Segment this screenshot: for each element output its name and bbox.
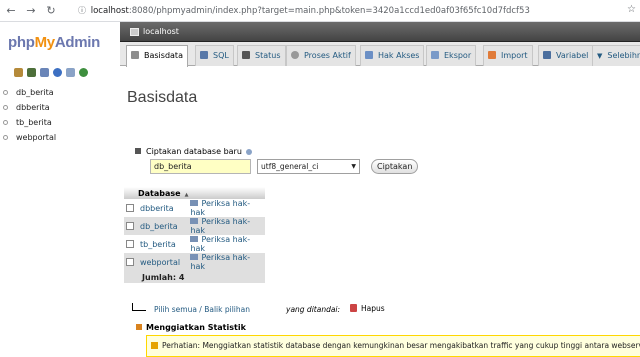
reload-nav-icon[interactable] xyxy=(79,68,88,77)
top-tabs: Basisdata SQL Status Proses Aktif Hak Ak… xyxy=(120,42,640,67)
tab-variables[interactable]: Variabel xyxy=(538,45,594,66)
tab-more[interactable]: ▼Selebihnya xyxy=(592,45,640,66)
arrow-ltr-icon xyxy=(132,303,146,311)
database-link[interactable]: tb_berita xyxy=(138,235,189,253)
tab-privileges[interactable]: Hak Akses xyxy=(360,45,425,66)
star-icon[interactable]: ☆ xyxy=(627,4,636,15)
row-checkbox[interactable] xyxy=(126,203,134,212)
content-area: Basisdata Ciptakan database baru db_beri… xyxy=(120,67,640,357)
chevron-down-icon: ▼ xyxy=(597,52,603,60)
table-row: dbberita Periksa hak-hak xyxy=(124,199,265,217)
tab-export[interactable]: Ekspor xyxy=(426,45,477,66)
footer-spacer xyxy=(188,271,265,283)
tab-databases[interactable]: Basisdata xyxy=(126,45,188,67)
database-link[interactable]: dbberita xyxy=(138,199,189,217)
warning-icon xyxy=(151,342,158,349)
select-all-link[interactable]: Pilih semua / Balik pilihan xyxy=(154,305,250,314)
server-link[interactable]: localhost xyxy=(130,26,179,38)
check-privileges-link[interactable]: Periksa hak-hak xyxy=(188,199,265,217)
tab-sql[interactable]: SQL xyxy=(195,45,234,66)
column-header-database[interactable]: Database ▲ xyxy=(138,187,189,199)
row-checkbox-cell xyxy=(124,253,138,271)
create-db-label: Ciptakan database baru xyxy=(135,147,252,156)
tab-import[interactable]: Import xyxy=(483,45,533,66)
forward-icon[interactable]: → xyxy=(24,4,38,18)
back-icon[interactable]: ← xyxy=(4,4,18,18)
statistics-icon xyxy=(136,324,142,330)
import-icon xyxy=(488,51,496,59)
checkbox-header xyxy=(124,187,138,199)
sql-icon xyxy=(200,51,208,59)
column-header-privileges xyxy=(188,187,265,199)
url-rest: :8080/phpmyadmin/index.php?target=main.p… xyxy=(128,6,530,16)
phpmyadmin-logo[interactable]: phpMyAdmin xyxy=(8,34,100,51)
database-link[interactable]: db_berita xyxy=(138,217,189,235)
table-row: webportal Periksa hak-hak xyxy=(124,253,265,271)
tree-item[interactable]: db_berita xyxy=(0,85,120,100)
info-icon[interactable]: ⓘ xyxy=(78,3,88,19)
privileges-icon xyxy=(190,218,199,224)
privileges-icon xyxy=(190,236,199,242)
database-link[interactable]: webportal xyxy=(138,253,189,271)
collation-select[interactable]: utf8_general_ci ▼ xyxy=(257,159,360,174)
tree-item[interactable]: tb_berita xyxy=(0,115,120,130)
export-icon xyxy=(431,51,439,59)
logout-icon[interactable] xyxy=(27,68,36,77)
row-checkbox-cell xyxy=(124,199,138,217)
home-icon[interactable] xyxy=(14,68,23,77)
tab-processes[interactable]: Proses Aktif xyxy=(286,45,356,66)
privileges-icon xyxy=(190,200,199,206)
row-checkbox[interactable] xyxy=(126,239,134,248)
server-icon xyxy=(130,27,139,36)
settings-icon[interactable] xyxy=(66,68,75,77)
tree-item[interactable]: webportal xyxy=(0,130,120,145)
gear-icon xyxy=(291,51,299,59)
database-icon xyxy=(131,51,139,59)
server-breadcrumb: localhost xyxy=(120,22,640,42)
left-navigation: phpMyAdmin db_berita dbberita tb_berita … xyxy=(0,22,120,329)
row-checkbox[interactable] xyxy=(126,257,134,266)
tree-item[interactable]: dbberita xyxy=(0,100,120,115)
main-panel: localhost Basisdata SQL Status Proses Ak… xyxy=(120,22,640,357)
address-bar[interactable]: ⓘ localhost:8080/phpmyadmin/index.php?ta… xyxy=(78,3,618,19)
row-checkbox-cell xyxy=(124,217,138,235)
query-window-icon[interactable] xyxy=(40,68,49,77)
database-tree: db_berita dbberita tb_berita webportal xyxy=(0,85,120,145)
tab-status[interactable]: Status xyxy=(237,45,286,66)
row-checkbox-cell xyxy=(124,235,138,253)
row-checkbox[interactable] xyxy=(126,221,134,230)
users-icon xyxy=(365,51,373,59)
create-button[interactable]: Ciptakan xyxy=(371,159,419,174)
check-privileges-link[interactable]: Periksa hak-hak xyxy=(188,217,265,235)
footer-spacer xyxy=(124,271,138,283)
check-privileges-link[interactable]: Periksa hak-hak xyxy=(188,235,265,253)
variables-icon xyxy=(543,51,551,59)
with-selected-label: yang ditandai: xyxy=(286,305,341,314)
table-row: db_berita Periksa hak-hak xyxy=(124,217,265,235)
database-icon xyxy=(3,120,8,125)
status-icon xyxy=(242,51,250,59)
trash-icon xyxy=(350,304,357,312)
page-title: Basisdata xyxy=(127,89,198,106)
database-icon xyxy=(3,105,8,110)
privileges-icon xyxy=(190,254,199,260)
browser-toolbar: ← → ↻ ⓘ localhost:8080/phpmyadmin/index.… xyxy=(0,0,640,22)
reload-icon[interactable]: ↻ xyxy=(44,4,58,18)
enable-statistics-link[interactable]: Menggiatkan Statistik xyxy=(136,323,246,332)
database-name-input[interactable]: db_berita xyxy=(150,159,251,174)
chevron-down-icon: ▼ xyxy=(351,163,356,170)
create-db-icon xyxy=(135,148,141,154)
url-host: localhost xyxy=(90,6,129,16)
total-count: Jumlah: 4 xyxy=(138,271,189,283)
table-row: tb_berita Periksa hak-hak xyxy=(124,235,265,253)
check-privileges-link[interactable]: Periksa hak-hak xyxy=(188,253,265,271)
help-icon[interactable] xyxy=(245,149,252,155)
notice-box: Perhatian: Menggiatkan statistik databas… xyxy=(146,335,640,357)
docs-icon[interactable] xyxy=(53,68,62,77)
database-icon xyxy=(3,90,8,95)
drop-button[interactable]: Hapus xyxy=(350,304,385,313)
database-table: Database ▲ dbberita Periksa hak-hak db_be… xyxy=(124,187,265,283)
sort-icon: ▲ xyxy=(184,191,189,198)
database-icon xyxy=(3,135,8,140)
